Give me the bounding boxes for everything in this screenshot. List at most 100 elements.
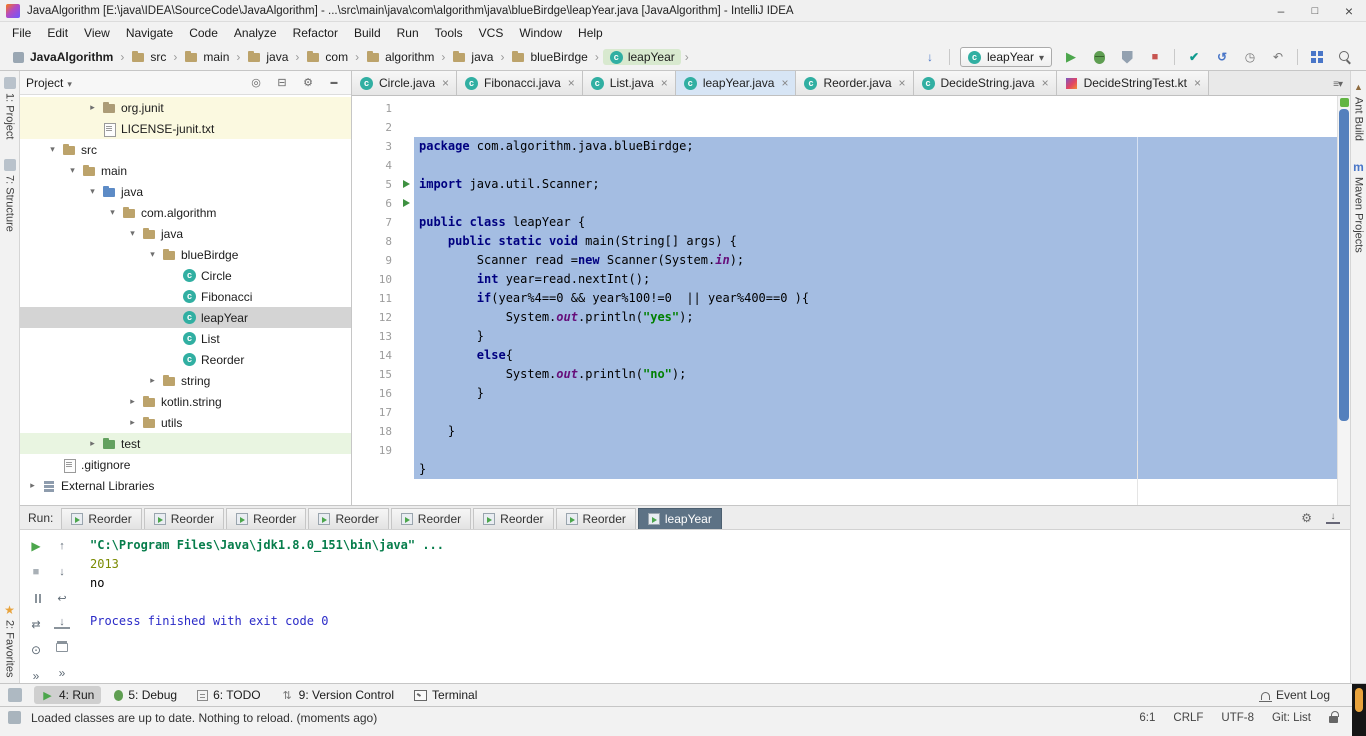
tree-item-src[interactable]: ▾ src bbox=[20, 139, 351, 160]
run-tab-Reorder-2[interactable]: Reorder bbox=[226, 508, 307, 529]
update-project-icon[interactable] bbox=[921, 48, 939, 66]
editor-tab-leapYear.java[interactable]: leapYear.java × bbox=[675, 71, 797, 95]
menu-code[interactable]: Code bbox=[181, 24, 226, 42]
toolwindow-button-5-debug[interactable]: 5: Debug bbox=[107, 686, 184, 704]
debug-button[interactable] bbox=[1093, 50, 1105, 64]
breadcrumb-algorithm[interactable]: algorithm bbox=[363, 49, 437, 65]
chevron-right-icon[interactable]: ▸ bbox=[26, 480, 39, 491]
stripe-7-structure[interactable]: 7: Structure bbox=[3, 159, 16, 232]
close-tab-icon[interactable]: × bbox=[661, 76, 668, 90]
menu-file[interactable]: File bbox=[4, 24, 39, 42]
code-line-16[interactable]: } bbox=[414, 422, 1337, 441]
run-tab-Reorder-1[interactable]: Reorder bbox=[143, 508, 225, 529]
menu-tools[interactable]: Tools bbox=[427, 24, 471, 42]
undo-icon[interactable] bbox=[1269, 48, 1287, 66]
run-button[interactable] bbox=[1062, 48, 1080, 66]
status-git-list[interactable]: Git: List bbox=[1272, 712, 1311, 724]
chevron-right-icon[interactable]: ▸ bbox=[146, 375, 159, 386]
tree-item-utils[interactable]: ▸ utils bbox=[20, 412, 351, 433]
chevron-down-icon[interactable]: ▾ bbox=[126, 228, 139, 239]
chevron-down-icon[interactable]: ▾ bbox=[66, 165, 79, 176]
tree-item-java[interactable]: ▾ java bbox=[20, 181, 351, 202]
tree-item-External Libraries[interactable]: ▸ External Libraries bbox=[20, 475, 351, 496]
code-line-12[interactable]: else{ bbox=[414, 346, 1337, 365]
breadcrumb-com[interactable]: com bbox=[303, 49, 351, 65]
settings-gear-icon[interactable] bbox=[1301, 511, 1312, 525]
code-line-7[interactable]: Scanner read =new Scanner(System.in); bbox=[414, 251, 1337, 270]
code-area[interactable]: package com.algorithm.java.blueBirdge; i… bbox=[414, 96, 1337, 505]
editor-tab-Circle.java[interactable]: Circle.java × bbox=[352, 71, 458, 95]
pin-icon[interactable] bbox=[28, 642, 44, 658]
maximize-button[interactable] bbox=[1298, 0, 1332, 21]
code-line-8[interactable]: int year=read.nextInt(); bbox=[414, 270, 1337, 289]
print-icon[interactable] bbox=[54, 639, 70, 655]
chevron-down-icon[interactable]: ▾ bbox=[86, 186, 99, 197]
close-button[interactable] bbox=[1332, 0, 1366, 21]
breadcrumb-java[interactable]: java bbox=[449, 49, 496, 65]
run-tab-Reorder-6[interactable]: Reorder bbox=[555, 508, 636, 529]
editor-tab-Fibonacci.java[interactable]: Fibonacci.java × bbox=[457, 71, 583, 95]
chevron-down-icon[interactable]: ▾ bbox=[106, 207, 119, 218]
close-tab-icon[interactable]: × bbox=[1194, 76, 1201, 90]
tree-item-kotlin.string[interactable]: ▸ kotlin.string bbox=[20, 391, 351, 412]
close-tab-icon[interactable]: × bbox=[568, 76, 575, 90]
chevron-down-icon[interactable] bbox=[67, 76, 72, 90]
breadcrumb-java[interactable]: java bbox=[244, 49, 291, 65]
code-line-1[interactable]: package com.algorithm.java.blueBirdge; bbox=[414, 137, 1337, 156]
commit-icon[interactable] bbox=[1185, 48, 1203, 66]
close-tab-icon[interactable]: × bbox=[1042, 76, 1049, 90]
code-line-4[interactable] bbox=[414, 194, 1337, 213]
rerun-icon[interactable] bbox=[28, 538, 44, 554]
lock-icon[interactable] bbox=[1329, 711, 1339, 723]
collapse-all-icon[interactable] bbox=[275, 76, 289, 90]
run-config-selector[interactable]: leapYear bbox=[960, 47, 1052, 67]
pause-icon[interactable] bbox=[28, 590, 44, 606]
tree-item-List[interactable]: List bbox=[20, 328, 351, 349]
gear-icon[interactable] bbox=[301, 76, 315, 90]
code-line-11[interactable]: } bbox=[414, 327, 1337, 346]
code-line-19[interactable] bbox=[414, 479, 1337, 498]
revert-icon[interactable] bbox=[1213, 48, 1231, 66]
menu-analyze[interactable]: Analyze bbox=[226, 24, 285, 42]
console-output[interactable]: "C:\Program Files\Java\jdk1.8.0_151\bin\… bbox=[90, 536, 1346, 681]
coverage-button[interactable] bbox=[1121, 50, 1133, 64]
tree-item-com.algorithm[interactable]: ▾ com.algorithm bbox=[20, 202, 351, 223]
code-line-15[interactable] bbox=[414, 403, 1337, 422]
run-tab-Reorder-3[interactable]: Reorder bbox=[308, 508, 389, 529]
tree-item-java[interactable]: ▾ java bbox=[20, 223, 351, 244]
menu-window[interactable]: Window bbox=[511, 24, 570, 42]
breadcrumb-leapYear[interactable]: leapYear bbox=[602, 49, 681, 65]
menu-run[interactable]: Run bbox=[389, 24, 427, 42]
toolwindow-button-6-todo[interactable]: 6: TODO bbox=[190, 686, 268, 704]
run-tab-Reorder-5[interactable]: Reorder bbox=[473, 508, 554, 529]
code-line-10[interactable]: System.out.println("yes"); bbox=[414, 308, 1337, 327]
toolwindow-button-9-version-control[interactable]: 9: Version Control bbox=[274, 686, 401, 704]
tree-item-leapYear[interactable]: leapYear bbox=[20, 307, 351, 328]
menu-edit[interactable]: Edit bbox=[39, 24, 76, 42]
tree-item-string[interactable]: ▸ string bbox=[20, 370, 351, 391]
run-tab-leapYear-7[interactable]: leapYear bbox=[637, 508, 722, 529]
code-line-17[interactable] bbox=[414, 441, 1337, 460]
code-line-9[interactable]: if(year%4==0 && year%100!=0 || year%400=… bbox=[414, 289, 1337, 308]
tree-item-Circle[interactable]: Circle bbox=[20, 265, 351, 286]
run-line-icon[interactable] bbox=[403, 180, 410, 188]
chevron-down-icon[interactable]: ▾ bbox=[46, 144, 59, 155]
prev-occurrence-icon[interactable] bbox=[54, 538, 70, 554]
run-tab-Reorder-0[interactable]: Reorder bbox=[61, 508, 142, 529]
tree-item-test[interactable]: ▸ test bbox=[20, 433, 351, 454]
menu-vcs[interactable]: VCS bbox=[471, 24, 512, 42]
run-line-icon[interactable] bbox=[403, 199, 410, 207]
chevron-down-icon[interactable]: ▾ bbox=[146, 249, 159, 260]
stop-button[interactable] bbox=[1146, 48, 1164, 66]
breadcrumb-main[interactable]: main bbox=[181, 49, 232, 65]
statusbar-widget-icon[interactable] bbox=[8, 711, 21, 724]
minimize-button[interactable] bbox=[1264, 0, 1298, 21]
close-tab-icon[interactable]: × bbox=[781, 76, 788, 90]
code-line-13[interactable]: System.out.println("no"); bbox=[414, 365, 1337, 384]
hide-panel-icon[interactable] bbox=[327, 76, 341, 90]
tree-item-org.junit[interactable]: ▸ org.junit bbox=[20, 97, 351, 118]
chevron-right-icon[interactable]: ▸ bbox=[126, 396, 139, 407]
chevron-right-icon[interactable]: ▸ bbox=[86, 102, 99, 113]
menu-refactor[interactable]: Refactor bbox=[285, 24, 346, 42]
scroll-end-icon[interactable] bbox=[54, 616, 70, 629]
